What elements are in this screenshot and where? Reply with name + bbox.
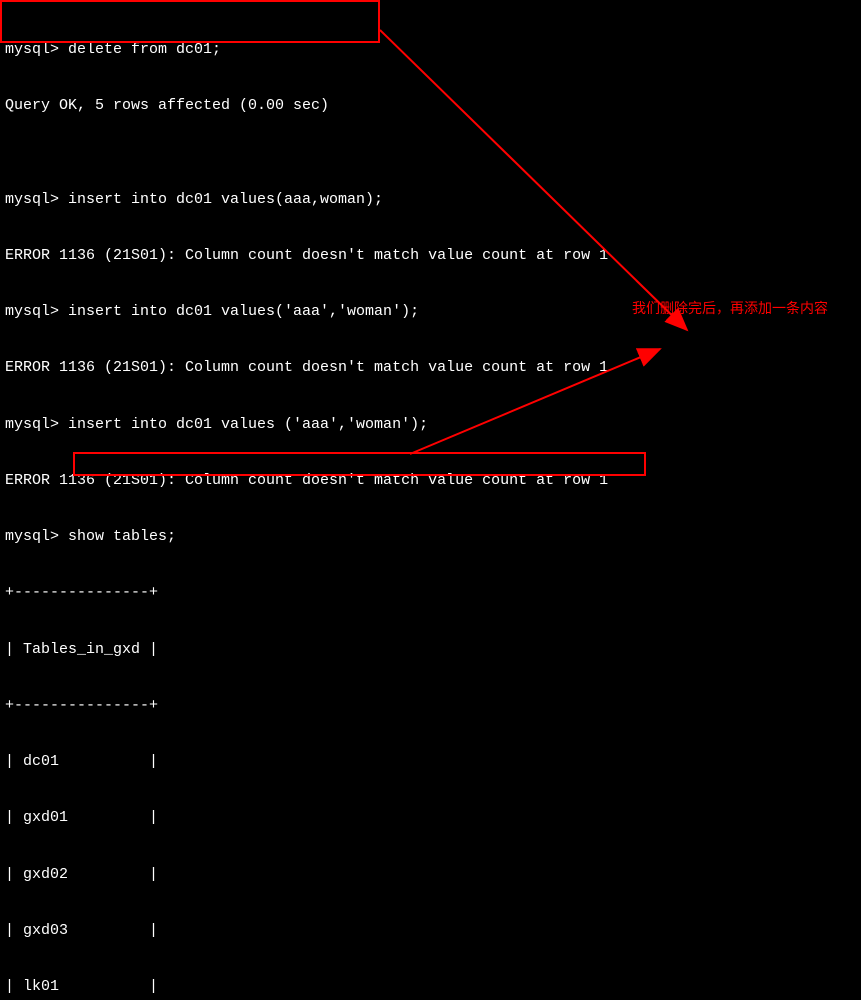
terminal-line: mysql> insert into dc01 values(aaa,woman… (5, 191, 856, 210)
terminal-line: mysql> insert into dc01 values ('aaa','w… (5, 416, 856, 435)
terminal-line: mysql> show tables; (5, 528, 856, 547)
terminal-line: Query OK, 5 rows affected (0.00 sec) (5, 97, 856, 116)
terminal-window[interactable]: mysql> delete from dc01; Query OK, 5 row… (0, 0, 861, 1000)
terminal-line: mysql> delete from dc01; (5, 41, 856, 60)
terminal-line: | gxd03 | (5, 922, 856, 941)
terminal-line: ERROR 1136 (21S01): Column count doesn't… (5, 247, 856, 266)
terminal-line: | gxd01 | (5, 809, 856, 828)
terminal-line: +---------------+ (5, 584, 856, 603)
terminal-line: ERROR 1136 (21S01): Column count doesn't… (5, 359, 856, 378)
annotation-text: 我们删除完后，再添加一条内容 (632, 298, 828, 318)
terminal-line: +---------------+ (5, 697, 856, 716)
terminal-line: | dc01 | (5, 753, 856, 772)
terminal-line: | Tables_in_gxd | (5, 641, 856, 660)
terminal-line: | lk01 | (5, 978, 856, 997)
terminal-line: | gxd02 | (5, 866, 856, 885)
terminal-line: ERROR 1136 (21S01): Column count doesn't… (5, 472, 856, 491)
